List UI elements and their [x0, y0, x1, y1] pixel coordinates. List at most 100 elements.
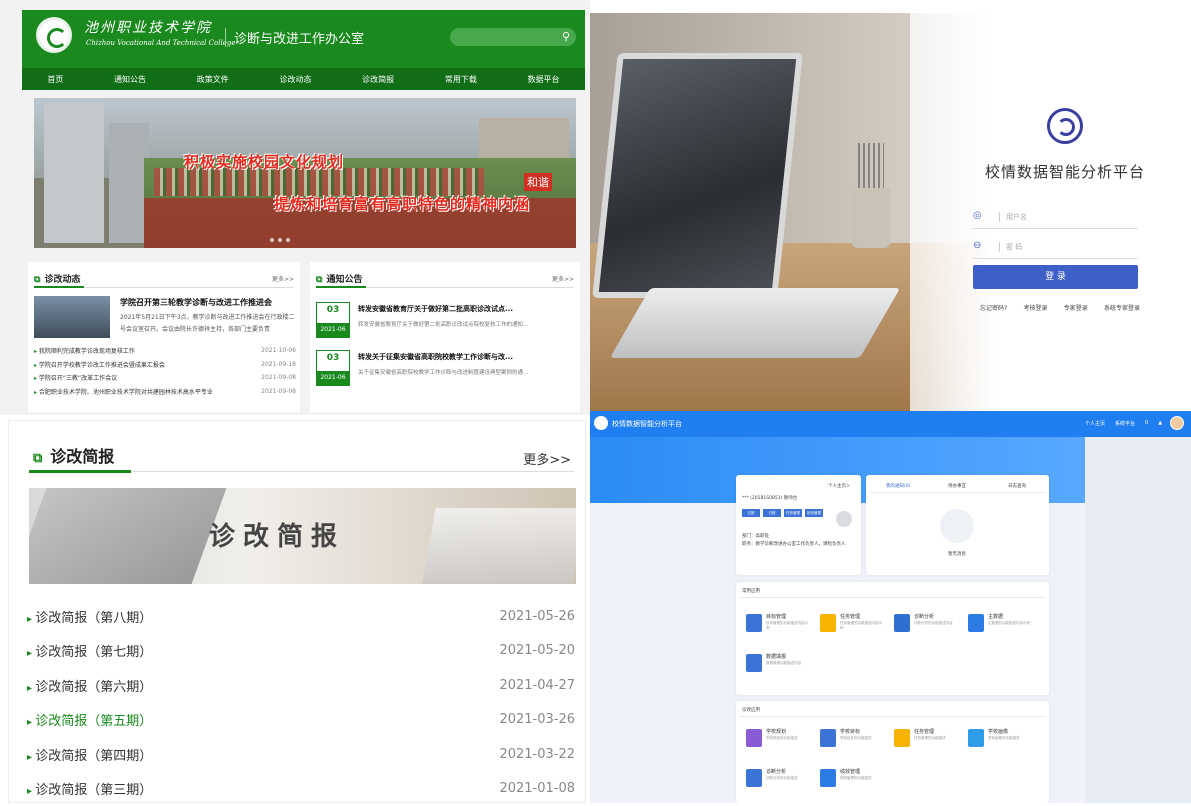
news-item-title: 我院顺利完成教学诊改现场复核工作 [34, 346, 135, 355]
news-feature-title[interactable]: 学院召开第三轮教学诊断与改进工作推进会 [120, 297, 298, 308]
date-month: 2021-06 [317, 371, 349, 385]
notice-desc: 关于征集安徽省高职院校教学工作诊断与改进制度建设典型案例的通... [358, 368, 572, 376]
list-item[interactable]: 学院召开“三教”改革工作会议2021-09-08 [34, 371, 296, 385]
app-tile[interactable]: 诊断分析诊断分析的功能描述 [746, 765, 811, 797]
carousel-dots[interactable] [270, 238, 290, 242]
notice-item[interactable]: 03 2021-06 转发安徽省教育厅关于做好第二批高职诊改试点... 转发安徽… [316, 300, 574, 344]
divider [870, 492, 1045, 493]
list-item[interactable]: 学院召开学校教学诊改工作推进会暨成果汇报会2021-09-18 [34, 358, 296, 372]
app-icon [968, 729, 984, 747]
banner-building [109, 123, 149, 243]
app-desc: 任务管理的功能描述 [914, 736, 958, 741]
list-item[interactable]: 诊改简报（第三期）2021-01-08 [27, 772, 575, 806]
notice-section: 通知公告 更多>> 03 2021-06 转发安徽省教育厅关于做好第二批高职诊改… [310, 262, 580, 412]
dashboard-title: 校情数据智能分析平台 [612, 419, 682, 429]
college-name: 池州职业技术学院 [84, 17, 212, 37]
date-month: 2021-06 [317, 323, 349, 337]
nav-data-platform[interactable]: 数据平台 [528, 74, 560, 85]
app-tile[interactable]: 学校规划学校规划的功能描述 [746, 725, 811, 757]
app-name: 目标管理 [766, 613, 786, 620]
app-tile[interactable]: 数据填报数据填报功能描述内容 [746, 650, 811, 682]
header-links: 个人主页 系统平台 0 ▲ [1085, 420, 1162, 427]
app-icon [746, 654, 762, 672]
user-card: 个人主页> *** (20181S0851) 教师台 日报 日程 任务管理 知识… [736, 475, 861, 575]
brief-title: 诊改简报（第八期） [27, 607, 152, 626]
banner-tablet-image [422, 508, 576, 584]
briefs-banner[interactable]: 诊改简报 [29, 488, 576, 584]
user-tag[interactable]: 任务管理 [784, 509, 802, 517]
app-tile[interactable]: 学校画像学校画像的功能描述 [968, 725, 1033, 757]
banner-slogan-1: 积极实施校园文化规划 [184, 151, 344, 172]
user-tag[interactable]: 日报 [742, 509, 760, 517]
username-field[interactable]: ◎ 用户名 [973, 207, 1138, 229]
profile-link[interactable]: 个人主页> [828, 483, 850, 489]
tab-log[interactable]: 日志查询 [1008, 483, 1026, 489]
user-tag[interactable]: 知识管理 [805, 509, 823, 517]
username-placeholder: 用户名 [999, 212, 1027, 222]
list-item[interactable]: 诊改简报（第六期）2021-04-27 [27, 668, 575, 703]
banner-carousel[interactable]: 积极实施校园文化规划 和谐 提炼和培育富有高职特色的精神内涵 [34, 98, 576, 248]
password-placeholder: 密 码 [999, 242, 1022, 252]
lock-icon: ⊖ [973, 240, 981, 251]
notice-title[interactable]: 转发安徽省教育厅关于做好第二批高职诊改试点... [358, 304, 513, 314]
message-card: 我的通知(0) 待办事宜 日志查询 暂无消息 [866, 475, 1049, 575]
nav-home[interactable]: 首页 [47, 74, 63, 85]
notice-more-link[interactable]: 更多>> [552, 274, 574, 283]
platform-title: 校情数据智能分析平台 [980, 161, 1150, 182]
list-item[interactable]: 诊改简报（第七期）2021-05-20 [27, 634, 575, 669]
news-item-title: 合肥职业技术学院、池州职业技术学院对共建园林技术高水平专业 [34, 387, 213, 396]
system-expert-login-link[interactable]: 系统专家登录 [1104, 303, 1140, 312]
briefs-more-link[interactable]: 更多>> [523, 449, 571, 468]
news-thumbnail[interactable] [34, 296, 110, 338]
tab-notifications[interactable]: 我的通知(0) [886, 483, 910, 489]
app-tile[interactable]: 绩效管理绩效管理的功能描述 [820, 765, 885, 797]
brief-date: 2021-05-26 [499, 609, 575, 624]
app-desc: 诊断分析的功能描述内容 [914, 621, 958, 626]
nav-briefs[interactable]: 诊改简报 [362, 74, 394, 85]
tab-todo[interactable]: 待办事宜 [948, 483, 966, 489]
avatar[interactable] [1170, 416, 1184, 430]
college-name-en: Chizhou Vocational And Technical College [86, 39, 235, 47]
platform-logo[interactable] [594, 416, 608, 430]
brief-title: 诊改简报（第七期） [27, 641, 152, 660]
bell-icon[interactable]: ▲ [1158, 420, 1162, 427]
app-tile[interactable]: 任务管理任务管理的功能描述内容示例 [820, 610, 885, 642]
nav-policy[interactable]: 政策文件 [197, 74, 229, 85]
app-tile[interactable]: 主数据主数据的功能描述内容示例 [968, 610, 1033, 642]
search-icon[interactable]: ⚲ [562, 30, 570, 43]
dashboard-side-area [1085, 437, 1191, 803]
nav-downloads[interactable]: 常用下载 [445, 74, 477, 85]
notification-count[interactable]: 0 [1145, 420, 1148, 427]
app-tile[interactable]: 学校目标学校目标的功能描述 [820, 725, 885, 757]
app-tile[interactable]: 诊断分析诊断分析的功能描述内容 [894, 610, 959, 642]
list-item[interactable]: 合肥职业技术学院、池州职业技术学院对共建园林技术高水平专业2021-09-08 [34, 385, 296, 399]
header-link-platform[interactable]: 系统平台 [1115, 420, 1135, 427]
password-field[interactable]: ⊖ 密 码 [973, 237, 1138, 259]
pencils-image [858, 143, 884, 193]
app-icon [746, 614, 762, 632]
nav-notices[interactable]: 通知公告 [114, 74, 146, 85]
nav-news[interactable]: 诊改动态 [279, 74, 311, 85]
app-tile[interactable]: 目标管理目标管理的功能描述内容示例 [746, 610, 811, 642]
header-link-home[interactable]: 个人主页 [1085, 420, 1105, 427]
login-button[interactable]: 登 录 [973, 265, 1138, 289]
notice-title[interactable]: 转发关于征集安徽省高职院校教学工作诊断与改... [358, 352, 513, 362]
list-item[interactable]: 我院顺利完成教学诊改现场复核工作2021-10-06 [34, 344, 296, 358]
forgot-password-link[interactable]: 忘记密码? [980, 303, 1007, 312]
list-item[interactable]: 诊改简报（第四期）2021-03-22 [27, 737, 575, 772]
notice-section-title: 通知公告 [316, 272, 362, 285]
list-item[interactable]: 诊改简报（第五期）2021-03-26 [27, 703, 575, 738]
user-tag[interactable]: 日程 [763, 509, 781, 517]
assessment-login-link[interactable]: 考核登录 [1023, 303, 1047, 312]
app-icon [894, 614, 910, 632]
app-name: 数据填报 [766, 653, 786, 660]
expert-login-link[interactable]: 专家登录 [1064, 303, 1088, 312]
notice-item[interactable]: 03 2021-06 转发关于征集安徽省高职院校教学工作诊断与改... 关于征集… [316, 348, 574, 392]
news-more-link[interactable]: 更多>> [272, 274, 294, 283]
app-tile[interactable]: 任务管理任务管理的功能描述 [894, 725, 959, 757]
laptop-image [592, 53, 803, 298]
college-logo[interactable] [36, 17, 72, 53]
search-input[interactable]: ⚲ [450, 28, 576, 46]
list-item[interactable]: 诊改简报（第八期） 2021-05-26 [27, 599, 575, 634]
gear-icon[interactable] [836, 511, 852, 527]
